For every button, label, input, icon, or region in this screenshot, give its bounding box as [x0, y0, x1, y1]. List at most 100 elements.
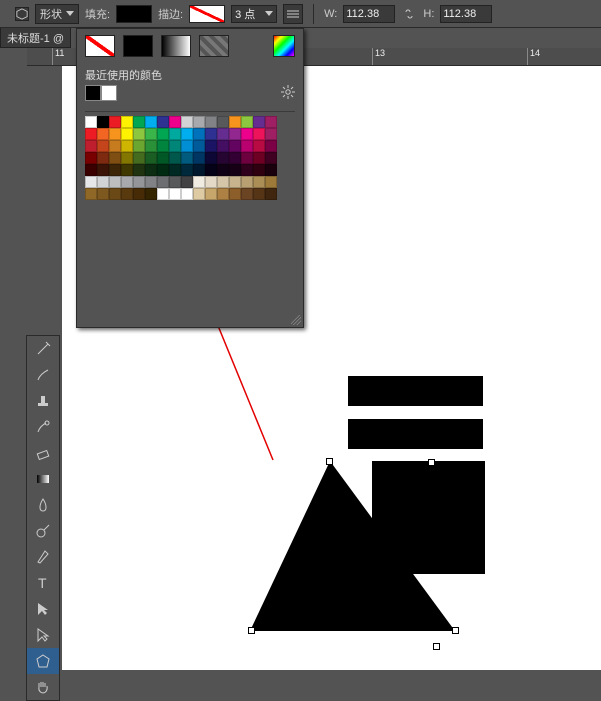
blur-tool[interactable] [27, 492, 59, 518]
color-swatch[interactable] [265, 128, 277, 140]
color-swatch[interactable] [169, 176, 181, 188]
color-swatch[interactable] [85, 116, 97, 128]
height-input[interactable] [440, 5, 492, 23]
color-swatch[interactable] [181, 152, 193, 164]
color-swatch[interactable] [145, 176, 157, 188]
color-swatch[interactable] [109, 152, 121, 164]
color-swatch[interactable] [241, 176, 253, 188]
color-swatch[interactable] [181, 140, 193, 152]
color-swatch[interactable] [229, 176, 241, 188]
color-swatch[interactable] [253, 116, 265, 128]
color-swatch[interactable] [181, 176, 193, 188]
color-swatch[interactable] [133, 128, 145, 140]
color-swatch[interactable] [169, 164, 181, 176]
color-swatch[interactable] [241, 116, 253, 128]
color-swatch[interactable] [85, 176, 97, 188]
color-swatch[interactable] [205, 188, 217, 200]
document-tab[interactable]: 未标题-1 @ [0, 28, 71, 48]
color-swatch[interactable] [193, 116, 205, 128]
color-swatch[interactable] [145, 128, 157, 140]
gear-icon[interactable] [281, 85, 295, 99]
selection-handle[interactable] [452, 627, 459, 634]
color-swatch[interactable] [253, 188, 265, 200]
stroke-weight-field[interactable] [231, 5, 277, 23]
color-swatch[interactable] [133, 152, 145, 164]
type-tool[interactable]: T [27, 570, 59, 596]
hand-tool[interactable] [27, 674, 59, 700]
color-swatch[interactable] [181, 128, 193, 140]
color-swatch[interactable] [169, 188, 181, 200]
color-swatch[interactable] [193, 140, 205, 152]
color-swatch[interactable] [157, 116, 169, 128]
selection-handle[interactable] [326, 458, 333, 465]
color-swatch[interactable] [109, 188, 121, 200]
color-swatch[interactable] [121, 128, 133, 140]
color-swatch[interactable] [121, 188, 133, 200]
color-swatch[interactable] [145, 140, 157, 152]
stroke-weight-input[interactable] [235, 8, 261, 20]
color-swatch[interactable] [121, 176, 133, 188]
color-swatch[interactable] [217, 188, 229, 200]
color-swatch[interactable] [205, 140, 217, 152]
color-swatch[interactable] [97, 116, 109, 128]
gradient-fill-button[interactable] [161, 35, 191, 57]
color-swatch[interactable] [121, 152, 133, 164]
color-swatch[interactable] [265, 116, 277, 128]
color-swatch[interactable] [265, 164, 277, 176]
color-swatch[interactable] [229, 152, 241, 164]
pen-tool[interactable] [27, 544, 59, 570]
polygon-tool[interactable] [27, 648, 59, 674]
color-swatch[interactable] [85, 188, 97, 200]
history-brush-tool[interactable] [27, 414, 59, 440]
color-swatch[interactable] [217, 176, 229, 188]
selection-handle[interactable] [248, 627, 255, 634]
color-swatch[interactable] [85, 152, 97, 164]
color-swatch[interactable] [157, 152, 169, 164]
selection-handle[interactable] [433, 643, 440, 650]
healing-brush-tool[interactable] [27, 336, 59, 362]
color-swatch[interactable] [205, 164, 217, 176]
color-swatch[interactable] [109, 116, 121, 128]
color-swatch[interactable] [85, 164, 97, 176]
color-swatch[interactable] [253, 152, 265, 164]
color-swatch[interactable] [157, 140, 169, 152]
color-swatch[interactable] [145, 188, 157, 200]
color-swatch[interactable] [97, 164, 109, 176]
color-swatch[interactable] [241, 152, 253, 164]
color-swatch[interactable] [241, 128, 253, 140]
recent-swatch[interactable] [101, 85, 117, 101]
color-swatch[interactable] [133, 140, 145, 152]
color-swatch[interactable] [241, 164, 253, 176]
color-swatch[interactable] [109, 140, 121, 152]
color-swatch[interactable] [145, 164, 157, 176]
color-swatch[interactable] [169, 116, 181, 128]
color-swatch[interactable] [217, 140, 229, 152]
color-swatch[interactable] [193, 176, 205, 188]
dodge-tool[interactable] [27, 518, 59, 544]
color-swatch[interactable] [145, 116, 157, 128]
eraser-tool[interactable] [27, 440, 59, 466]
color-swatch[interactable] [133, 164, 145, 176]
triangle-shape[interactable] [250, 461, 455, 631]
color-swatch[interactable] [97, 152, 109, 164]
selection-handle[interactable] [428, 459, 435, 466]
color-swatch[interactable] [109, 176, 121, 188]
stroke-options-button[interactable] [283, 4, 303, 24]
tool-preset-icon[interactable] [15, 7, 29, 21]
color-swatch[interactable] [205, 176, 217, 188]
color-swatch[interactable] [169, 152, 181, 164]
color-swatch[interactable] [181, 164, 193, 176]
color-swatch[interactable] [217, 152, 229, 164]
color-swatch[interactable] [157, 128, 169, 140]
color-swatch[interactable] [193, 164, 205, 176]
no-fill-button[interactable] [85, 35, 115, 57]
color-swatch[interactable] [97, 176, 109, 188]
color-swatch[interactable] [193, 128, 205, 140]
brush-tool[interactable] [27, 362, 59, 388]
color-swatch[interactable] [205, 128, 217, 140]
direct-select-tool[interactable] [27, 622, 59, 648]
color-swatch[interactable] [169, 140, 181, 152]
color-swatch[interactable] [121, 116, 133, 128]
color-swatch[interactable] [265, 152, 277, 164]
color-swatch[interactable] [217, 116, 229, 128]
